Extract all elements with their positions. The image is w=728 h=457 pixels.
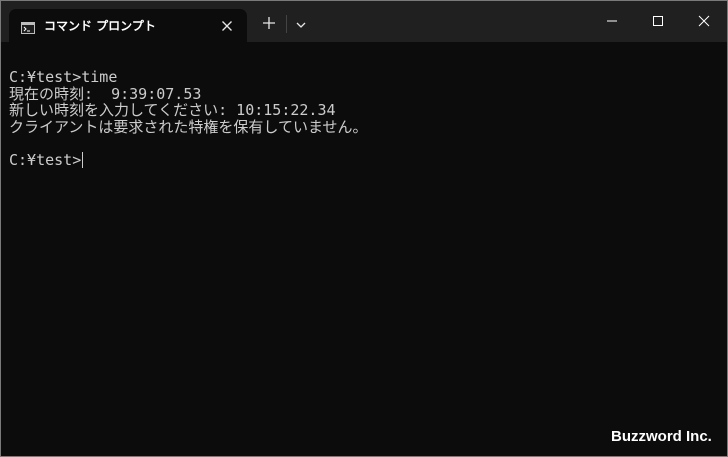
minimize-button[interactable] xyxy=(589,1,635,42)
close-window-button[interactable] xyxy=(681,1,727,42)
tab-divider xyxy=(286,15,287,33)
close-icon xyxy=(698,15,710,27)
close-icon[interactable] xyxy=(219,18,235,34)
text-cursor xyxy=(82,151,84,168)
terminal-window: コマンド プロンプト C:¥test>time 現在の時刻: 9:39:07.5… xyxy=(0,0,728,457)
minimize-icon xyxy=(607,20,617,22)
watermark: Buzzword Inc. xyxy=(611,428,712,445)
tab-command-prompt[interactable]: コマンド プロンプト xyxy=(9,9,247,42)
terminal-line: C:¥test>time xyxy=(9,68,118,86)
plus-icon[interactable] xyxy=(261,15,277,31)
terminal-line: 新しい時刻を入力してください: 10:15:22.34 xyxy=(9,101,336,119)
prompt-line: C:¥test> xyxy=(9,150,709,169)
command-prompt-icon xyxy=(21,19,35,34)
prompt-text: C:¥test> xyxy=(9,150,82,169)
terminal-line: 現在の時刻: 9:39:07.53 xyxy=(9,84,202,103)
maximize-icon xyxy=(653,16,663,26)
terminal-line: クライアントは要求された特権を保有していません。 xyxy=(9,117,368,136)
maximize-button[interactable] xyxy=(635,1,681,42)
tab-title: コマンド プロンプト xyxy=(44,19,156,33)
title-bar: コマンド プロンプト xyxy=(1,1,727,42)
chevron-down-icon[interactable] xyxy=(293,17,309,31)
terminal-output[interactable]: C:¥test>time 現在の時刻: 9:39:07.53 新しい時刻を入力し… xyxy=(9,69,709,168)
